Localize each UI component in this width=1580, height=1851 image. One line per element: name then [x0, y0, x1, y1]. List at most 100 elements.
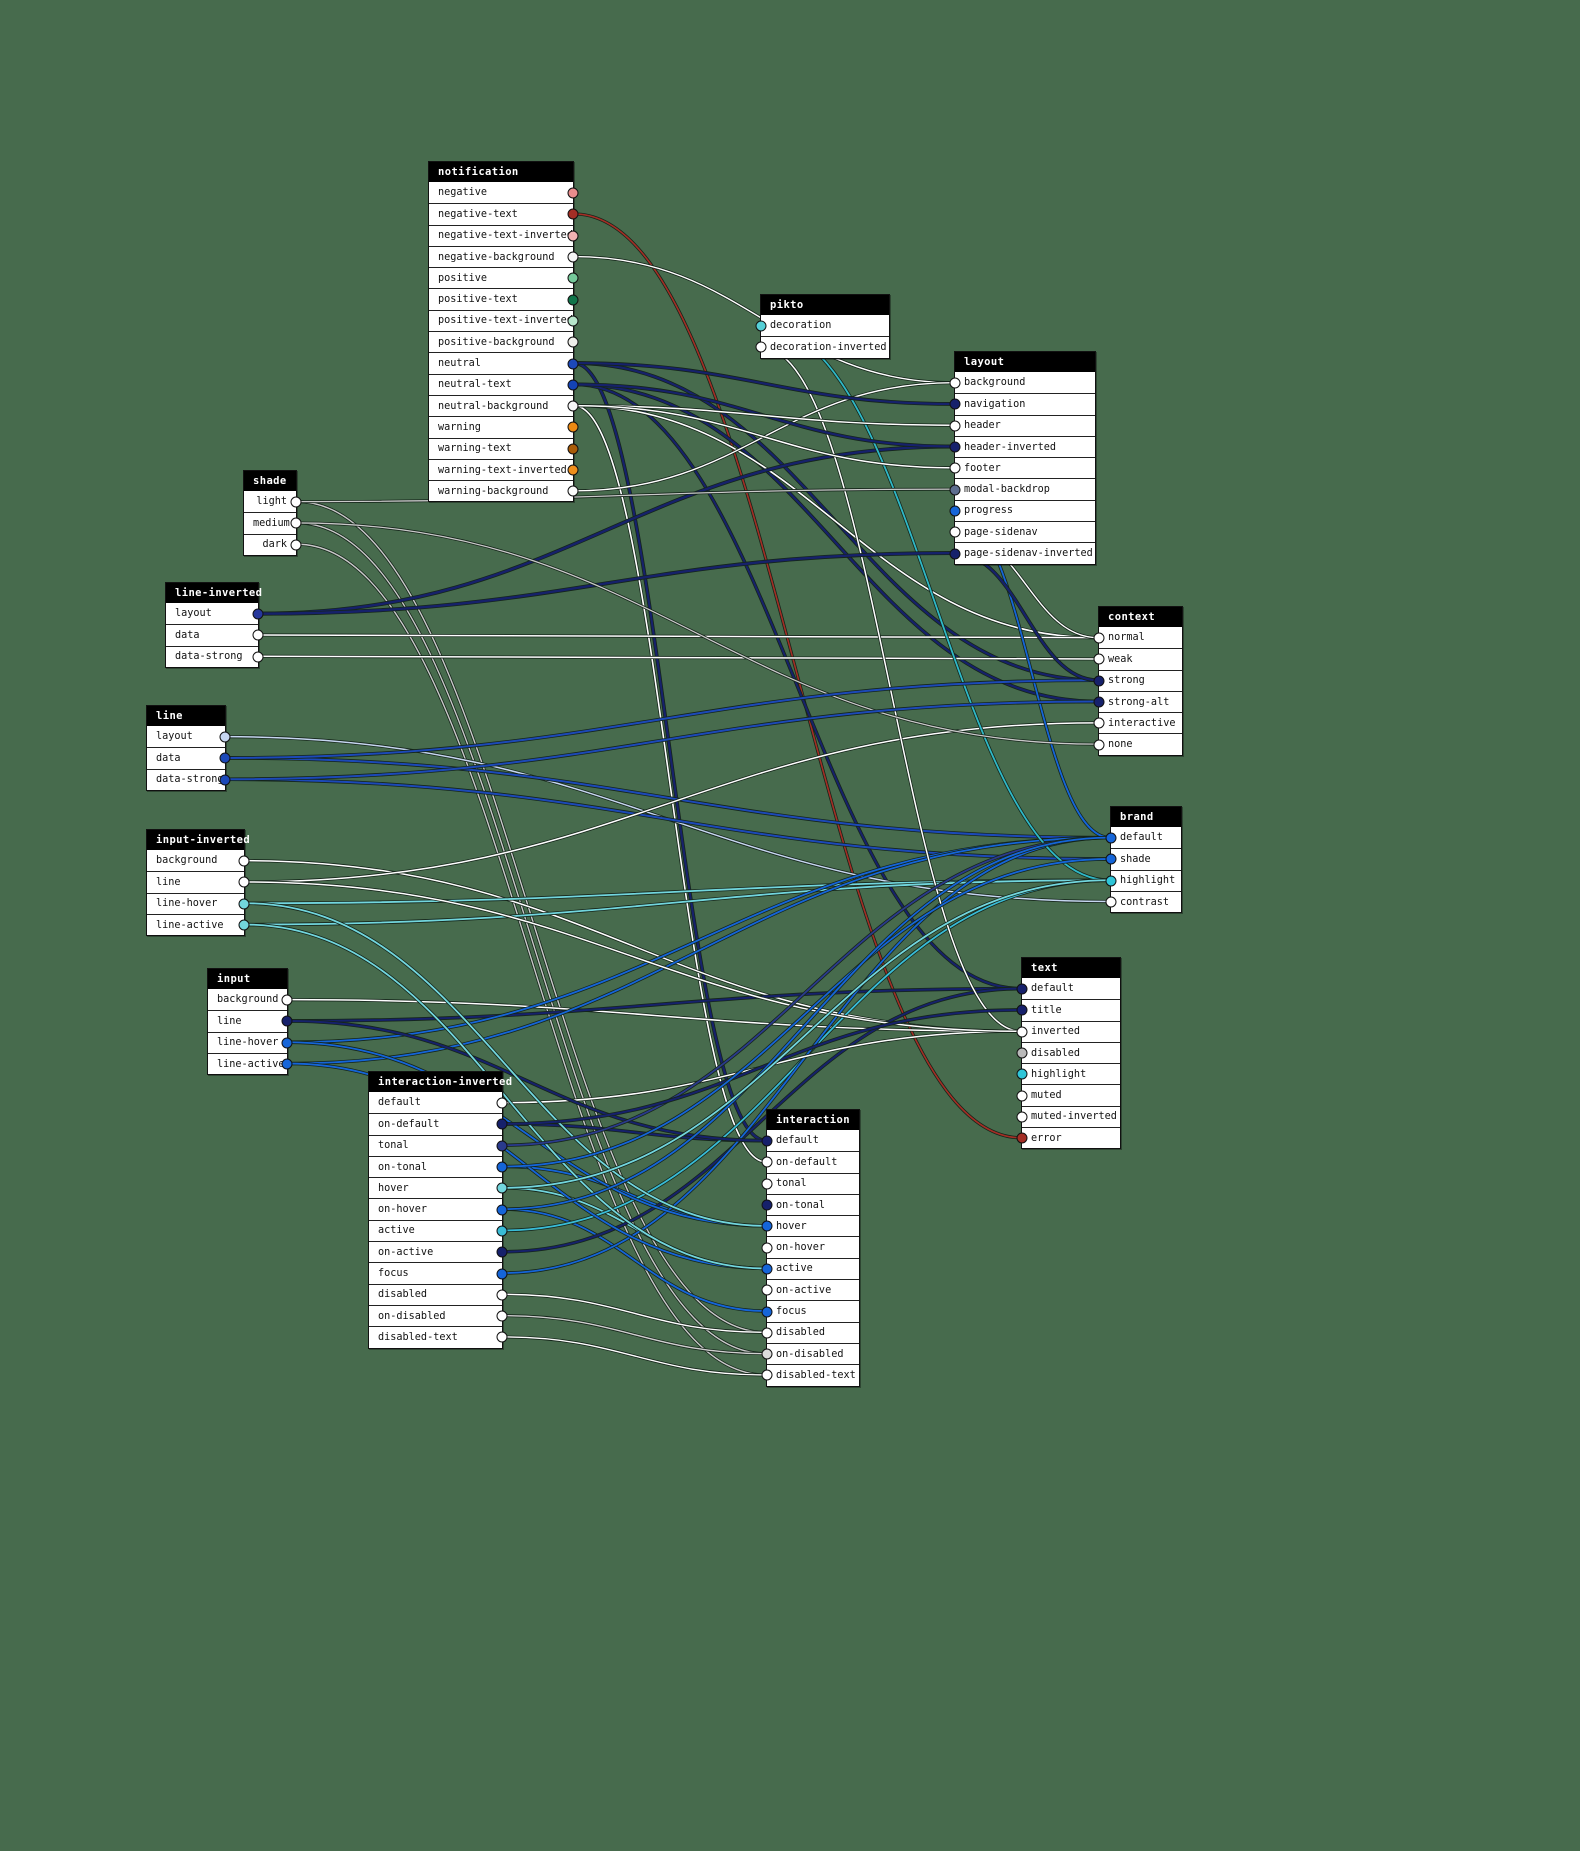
port-dot[interactable]: [761, 1135, 773, 1147]
port-dot[interactable]: [1016, 1004, 1028, 1016]
port-dot[interactable]: [761, 1348, 773, 1360]
token-row[interactable]: line: [208, 1010, 293, 1032]
port-dot[interactable]: [761, 1263, 773, 1275]
port-dot[interactable]: [1016, 1090, 1028, 1102]
port-dot[interactable]: [567, 336, 579, 348]
token-row[interactable]: negative: [429, 182, 579, 204]
port-dot[interactable]: [281, 994, 293, 1006]
token-row[interactable]: data: [147, 747, 231, 769]
port-dot[interactable]: [949, 484, 961, 496]
port-dot[interactable]: [761, 1156, 773, 1168]
graph-canvas[interactable]: notification negative negative-text negativ…: [0, 0, 1580, 1851]
token-row[interactable]: data-strong: [166, 645, 264, 667]
port-dot[interactable]: [949, 398, 961, 410]
token-row[interactable]: on-disabled: [761, 1342, 859, 1365]
token-row[interactable]: interactive: [1093, 712, 1182, 734]
port-dot[interactable]: [281, 1058, 293, 1070]
port-dot[interactable]: [755, 341, 767, 353]
token-row[interactable]: focus: [761, 1300, 859, 1322]
token-row[interactable]: on-default: [369, 1113, 508, 1135]
port-dot[interactable]: [567, 358, 579, 370]
token-row[interactable]: normal: [1093, 627, 1182, 649]
token-row[interactable]: neutral-background: [429, 394, 579, 417]
token-row[interactable]: strong: [1093, 669, 1182, 691]
token-row[interactable]: hover: [369, 1177, 508, 1199]
port-dot[interactable]: [1016, 1026, 1028, 1038]
token-row[interactable]: layout: [166, 603, 264, 625]
port-dot[interactable]: [1093, 696, 1105, 708]
port-dot[interactable]: [761, 1327, 773, 1339]
token-row[interactable]: default: [1016, 978, 1120, 1000]
port-dot[interactable]: [949, 420, 961, 432]
token-row[interactable]: on-tonal: [761, 1193, 859, 1216]
token-row[interactable]: on-disabled: [369, 1304, 508, 1327]
port-dot[interactable]: [1016, 1111, 1028, 1123]
port-dot[interactable]: [252, 651, 264, 663]
token-row[interactable]: header-inverted: [949, 435, 1095, 458]
token-row[interactable]: default: [761, 1130, 859, 1152]
token-row[interactable]: tonal: [369, 1134, 508, 1156]
token-row[interactable]: weak: [1093, 648, 1182, 670]
port-dot[interactable]: [496, 1331, 508, 1343]
token-row[interactable]: default: [1105, 827, 1181, 849]
port-dot[interactable]: [567, 421, 579, 433]
token-row[interactable]: active: [761, 1257, 859, 1280]
token-row[interactable]: highlight: [1105, 869, 1181, 891]
port-dot[interactable]: [1105, 875, 1117, 887]
token-row[interactable]: warning-background: [429, 480, 579, 502]
port-dot[interactable]: [761, 1306, 773, 1318]
port-dot[interactable]: [281, 1015, 293, 1027]
node-input[interactable]: input background line line-hover line-active: [207, 968, 293, 1076]
port-dot[interactable]: [1016, 983, 1028, 995]
token-row[interactable]: focus: [369, 1262, 508, 1284]
token-row[interactable]: disabled-text: [369, 1326, 508, 1348]
token-row[interactable]: progress: [949, 499, 1095, 522]
port-dot[interactable]: [761, 1220, 773, 1232]
port-dot[interactable]: [567, 272, 579, 284]
node-context[interactable]: context normal weak strong strong-alt interac…: [1093, 606, 1183, 756]
token-row[interactable]: highlight: [1016, 1063, 1120, 1085]
port-dot[interactable]: [1016, 1068, 1028, 1080]
token-row[interactable]: on-tonal: [369, 1155, 508, 1178]
token-row[interactable]: positive-text: [429, 288, 579, 310]
token-row[interactable]: disabled: [369, 1283, 508, 1305]
port-dot[interactable]: [761, 1284, 773, 1296]
token-row[interactable]: disabled-text: [761, 1364, 859, 1386]
token-row[interactable]: background: [208, 989, 293, 1011]
port-dot[interactable]: [238, 876, 250, 888]
port-dot[interactable]: [496, 1182, 508, 1194]
port-dot[interactable]: [761, 1199, 773, 1211]
port-dot[interactable]: [252, 608, 264, 620]
token-row[interactable]: line-active: [208, 1052, 293, 1075]
port-dot[interactable]: [496, 1140, 508, 1152]
token-row[interactable]: data: [166, 624, 264, 646]
port-dot[interactable]: [290, 539, 302, 551]
node-line[interactable]: line layout data data-strong: [146, 705, 231, 791]
port-dot[interactable]: [567, 230, 579, 242]
port-dot[interactable]: [949, 441, 961, 453]
port-dot[interactable]: [219, 752, 231, 764]
port-dot[interactable]: [219, 731, 231, 743]
port-dot[interactable]: [949, 377, 961, 389]
port-dot[interactable]: [1093, 717, 1105, 729]
port-dot[interactable]: [949, 462, 961, 474]
port-dot[interactable]: [496, 1246, 508, 1258]
node-interaction[interactable]: interaction default on-default tonal on-tona…: [761, 1109, 860, 1387]
token-row[interactable]: disabled: [761, 1321, 859, 1343]
token-row[interactable]: warning-text: [429, 437, 579, 459]
port-dot[interactable]: [496, 1310, 508, 1322]
token-row[interactable]: medium: [244, 512, 302, 534]
token-row[interactable]: strong-alt: [1093, 690, 1182, 713]
port-dot[interactable]: [238, 919, 250, 931]
token-row[interactable]: disabled: [1016, 1041, 1120, 1064]
port-dot[interactable]: [761, 1242, 773, 1254]
token-row[interactable]: on-hover: [369, 1198, 508, 1220]
node-line-inverted[interactable]: line-inverted layout data data-strong: [165, 582, 264, 668]
node-brand[interactable]: brand default shade highlight contrast: [1105, 806, 1182, 914]
node-input-inverted[interactable]: input-inverted background line line-hover li…: [146, 829, 250, 937]
port-dot[interactable]: [567, 208, 579, 220]
token-row[interactable]: tonal: [761, 1172, 859, 1194]
token-row[interactable]: page-sidenav: [949, 521, 1095, 543]
token-row[interactable]: dark: [244, 533, 302, 555]
port-dot[interactable]: [219, 774, 231, 786]
